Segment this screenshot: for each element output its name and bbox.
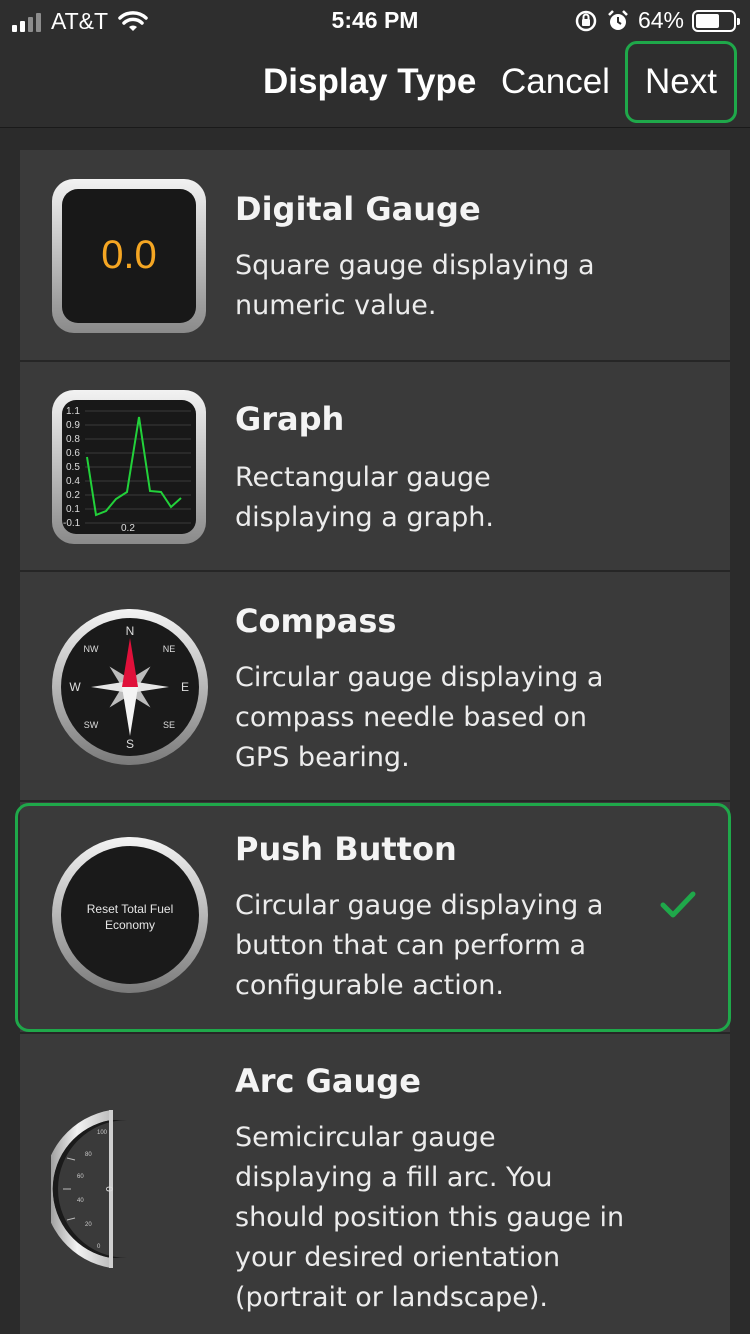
- item-description: Circular gauge displaying a button that …: [235, 890, 604, 1001]
- item-title: Push Button: [235, 830, 457, 868]
- graph-tick: 1.1: [66, 406, 80, 417]
- arc-tick: 60: [77, 1174, 84, 1180]
- arc-tick: 40: [77, 1198, 84, 1204]
- compass-nw: NW: [84, 644, 99, 654]
- graph-tick: -0.1: [63, 518, 81, 529]
- push-button-label-line1: Reset Total Fuel: [87, 902, 174, 916]
- arc-tick: 80: [85, 1152, 92, 1158]
- arc-tick: 100: [97, 1130, 108, 1136]
- alarm-icon: [608, 9, 628, 30]
- push-button-icon: Reset Total Fuel Economy: [52, 837, 208, 993]
- arc-gauge-icon: 100 80 60 40 20 0 0: [51, 1110, 127, 1268]
- compass-ne: NE: [163, 644, 176, 654]
- list-item-graph[interactable]: 1.1 0.9 0.8 0.6 0.5 0.4 0.2 0.1 -0.1 0.2…: [20, 362, 730, 572]
- list-item-push-button[interactable]: Reset Total Fuel Economy Push Button Cir…: [20, 802, 730, 1034]
- compass-w: W: [69, 680, 81, 694]
- list-item-compass[interactable]: N S W E NW NE SW SE Compass Circular gau…: [20, 572, 730, 802]
- arc-value: 0: [103, 1186, 114, 1192]
- list-item-arc-gauge[interactable]: 100 80 60 40 20 0 0 Arc Gauge Semicircul…: [20, 1034, 730, 1334]
- digital-gauge-icon: 0.0: [52, 179, 206, 333]
- compass-s: S: [126, 737, 134, 751]
- compass-n: N: [126, 624, 135, 638]
- graph-x-label: 0.2: [121, 523, 135, 534]
- arc-tick: 0: [97, 1244, 101, 1250]
- graph-tick: 0.8: [66, 434, 80, 445]
- item-description: Semicircular gauge displaying a fill arc…: [235, 1122, 625, 1313]
- cancel-button[interactable]: Cancel: [501, 62, 610, 102]
- graph-tick: 0.1: [66, 504, 80, 515]
- item-title: Arc Gauge: [235, 1062, 421, 1100]
- battery-icon: [692, 9, 740, 32]
- item-title: Compass: [235, 602, 397, 640]
- display-type-list: 0.0 Digital Gauge Square gauge displayin…: [20, 150, 730, 1334]
- item-description: Square gauge displaying a numeric value.: [235, 250, 595, 321]
- compass-icon: N S W E NW NE SW SE: [52, 609, 208, 765]
- graph-tick: 0.4: [66, 476, 80, 487]
- next-button[interactable]: Next: [625, 41, 737, 123]
- graph-tick: 0.9: [66, 420, 80, 431]
- graph-tick: 0.2: [66, 490, 80, 501]
- graph-gauge-icon: 1.1 0.9 0.8 0.6 0.5 0.4 0.2 0.1 -0.1 0.2: [52, 390, 206, 544]
- status-right: 64%: [574, 7, 740, 34]
- graph-tick: 0.6: [66, 448, 80, 459]
- status-bar: AT&T 5:46 PM 64%: [0, 0, 750, 40]
- item-title: Graph: [235, 400, 345, 438]
- arc-tick: 20: [85, 1222, 92, 1228]
- digital-gauge-value: 0.0: [101, 233, 157, 277]
- rotation-lock-icon: [575, 10, 597, 31]
- compass-sw: SW: [84, 720, 99, 730]
- list-item-digital-gauge[interactable]: 0.0 Digital Gauge Square gauge displayin…: [20, 150, 730, 362]
- checkmark-icon: [660, 891, 696, 918]
- compass-e: E: [181, 680, 189, 694]
- navigation-bar: Display Type Cancel Next: [0, 40, 750, 128]
- item-description: Rectangular gauge displaying a graph.: [235, 462, 494, 533]
- page-title: Display Type: [263, 62, 477, 101]
- item-title: Digital Gauge: [235, 190, 481, 228]
- item-description: Circular gauge displaying a compass need…: [235, 662, 604, 773]
- push-button-label-line2: Economy: [105, 918, 155, 932]
- graph-tick: 0.5: [66, 462, 80, 473]
- battery-percent: 64%: [637, 7, 684, 33]
- compass-se: SE: [163, 720, 175, 730]
